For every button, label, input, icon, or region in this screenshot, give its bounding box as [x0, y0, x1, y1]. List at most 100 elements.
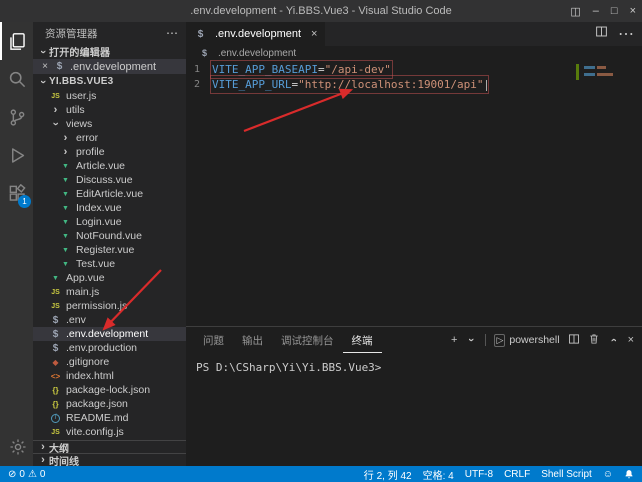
terminal-dropdown-icon[interactable]: ›: [465, 334, 477, 346]
tree-item[interactable]: ▼NotFound.vue: [33, 229, 186, 243]
tree-item[interactable]: JS user.js: [33, 89, 186, 103]
code-editor[interactable]: 1VITE_APP_BASEAPI="/api-dev"2VITE_APP_UR…: [186, 60, 642, 326]
panel-tabs: 问题输出调试控制台终端: [194, 327, 382, 353]
tree-item-label: Discuss.vue: [76, 174, 133, 186]
tree-item[interactable]: $.env.production: [33, 341, 186, 355]
tree-item[interactable]: <>index.html: [33, 369, 186, 383]
split-terminal-icon[interactable]: [568, 333, 580, 348]
minimap-line-marker: [584, 66, 606, 69]
tree-item-label: error: [76, 132, 98, 144]
breadcrumb[interactable]: $ .env.development: [186, 46, 642, 60]
chevron-right-icon: ›: [59, 132, 72, 144]
tree-item[interactable]: ▼Discuss.vue: [33, 173, 186, 187]
run-debug-icon[interactable]: [0, 136, 33, 174]
close-panel-icon[interactable]: ×: [628, 334, 634, 346]
tree-item[interactable]: › profile: [33, 145, 186, 159]
tree-item[interactable]: iREADME.md: [33, 411, 186, 425]
eol-setting[interactable]: CRLF: [504, 469, 530, 480]
project-section-header[interactable]: › YI.BBS.VUE3: [33, 74, 186, 89]
tree-item-label: permission.js: [66, 300, 127, 312]
tree-item-label: views: [66, 118, 92, 130]
tab-env-development[interactable]: $ .env.development ×: [186, 22, 325, 46]
tree-item-label: .gitignore: [66, 356, 109, 368]
tree-item-label: Index.vue: [76, 202, 122, 214]
split-editor-icon[interactable]: [595, 25, 608, 43]
tree-item[interactable]: › error: [33, 131, 186, 145]
tab-close-icon[interactable]: ×: [311, 28, 317, 40]
tree-item[interactable]: ›views: [33, 117, 186, 131]
outline-section[interactable]: › 大纲: [33, 440, 186, 453]
tree-item[interactable]: ▼Article.vue: [33, 159, 186, 173]
open-editors-header[interactable]: › 打开的编辑器: [33, 44, 186, 59]
minimize-icon[interactable]: –: [593, 5, 599, 17]
tree-item[interactable]: ▼Test.vue: [33, 257, 186, 271]
source-control-icon[interactable]: [0, 98, 33, 136]
warning-icon: ⚠: [28, 469, 37, 480]
explorer-icon[interactable]: [0, 22, 33, 60]
tree-item[interactable]: JSmain.js: [33, 285, 186, 299]
shell-file-icon: $: [53, 61, 66, 73]
indentation-setting[interactable]: 空格: 4: [423, 467, 454, 482]
tree-item[interactable]: $.env.development: [33, 327, 186, 341]
tree-item-label: user.js: [66, 90, 96, 102]
tree-item[interactable]: ▼Login.vue: [33, 215, 186, 229]
open-editor-label: .env.development: [70, 61, 156, 73]
tree-item[interactable]: ▼Register.vue: [33, 243, 186, 257]
tree-item-label: utils: [66, 104, 85, 116]
json-file-icon: {}: [49, 398, 62, 410]
minimap-git-added-marker: [576, 64, 579, 80]
chevron-right-icon: ›: [59, 146, 72, 158]
tree-item[interactable]: {}package-lock.json: [33, 383, 186, 397]
terminal-output[interactable]: PS D:\CSharp\Yi\Yi.BBS.Vue3>: [186, 353, 642, 466]
more-actions-icon[interactable]: ⋯: [166, 26, 178, 40]
open-editor-item[interactable]: × $ .env.development: [33, 59, 186, 74]
vscode-window: .env.development - Yi.BBS.Vue3 - Visual …: [0, 0, 642, 482]
tree-item-label: EditArticle.vue: [76, 188, 143, 200]
panel-tab[interactable]: 调试控制台: [272, 327, 343, 353]
language-mode[interactable]: Shell Script: [541, 469, 592, 480]
close-editor-icon[interactable]: ×: [39, 61, 51, 72]
tree-item[interactable]: {}package.json: [33, 397, 186, 411]
tree-item[interactable]: ◆ .gitignore: [33, 355, 186, 369]
title-bar: .env.development - Yi.BBS.Vue3 - Visual …: [0, 0, 642, 22]
tree-item[interactable]: $.env: [33, 313, 186, 327]
env-file-icon: $: [49, 314, 62, 326]
more-actions-icon[interactable]: ⋯: [618, 24, 634, 44]
code-line[interactable]: 1VITE_APP_BASEAPI="/api-dev": [186, 62, 642, 77]
new-terminal-icon[interactable]: +: [451, 334, 457, 346]
terminal-shell-select[interactable]: ▷ powershell: [494, 334, 559, 347]
activity-bar-spacer: [0, 212, 33, 428]
tree-item-label: profile: [76, 146, 105, 158]
search-icon[interactable]: [0, 60, 33, 98]
cursor-position[interactable]: 行 2, 列 42: [364, 467, 412, 482]
tree-item[interactable]: ▼EditArticle.vue: [33, 187, 186, 201]
tree-item[interactable]: ▼Index.vue: [33, 201, 186, 215]
panel-tab[interactable]: 输出: [233, 327, 272, 353]
js-file-icon: JS: [49, 90, 62, 102]
maximize-icon[interactable]: □: [611, 5, 618, 17]
settings-gear-icon[interactable]: [0, 428, 33, 466]
code-line[interactable]: 2VITE_APP_URL="http://localhost:19001/ap…: [186, 77, 642, 92]
tree-item[interactable]: JSpermission.js: [33, 299, 186, 313]
tab-label: .env.development: [215, 28, 301, 40]
maximize-panel-icon[interactable]: ›: [608, 334, 620, 346]
git-file-icon: ◆: [49, 356, 62, 368]
panel-tab[interactable]: 问题: [194, 327, 233, 353]
tree-item[interactable]: JSvite.config.js: [33, 425, 186, 439]
problems-status[interactable]: ⊘ 0 ⚠ 0: [8, 469, 45, 480]
minimap[interactable]: [576, 62, 628, 92]
layout-toggle-icon[interactable]: ◫: [570, 5, 580, 18]
extensions-icon[interactable]: 1: [0, 174, 33, 212]
warning-count: 0: [40, 469, 46, 480]
encoding-setting[interactable]: UTF-8: [465, 469, 493, 480]
panel-tab[interactable]: 终端: [343, 327, 382, 353]
close-icon[interactable]: ×: [630, 5, 636, 17]
extensions-badge: 1: [18, 195, 31, 208]
feedback-icon[interactable]: ☺: [603, 469, 613, 480]
notifications-bell-icon[interactable]: [624, 469, 634, 480]
timeline-section[interactable]: › 时间线: [33, 453, 186, 466]
tree-item[interactable]: ›utils: [33, 103, 186, 117]
kill-terminal-icon[interactable]: [588, 333, 600, 348]
chevron-right-icon: ›: [37, 441, 49, 453]
tree-item[interactable]: ▼App.vue: [33, 271, 186, 285]
